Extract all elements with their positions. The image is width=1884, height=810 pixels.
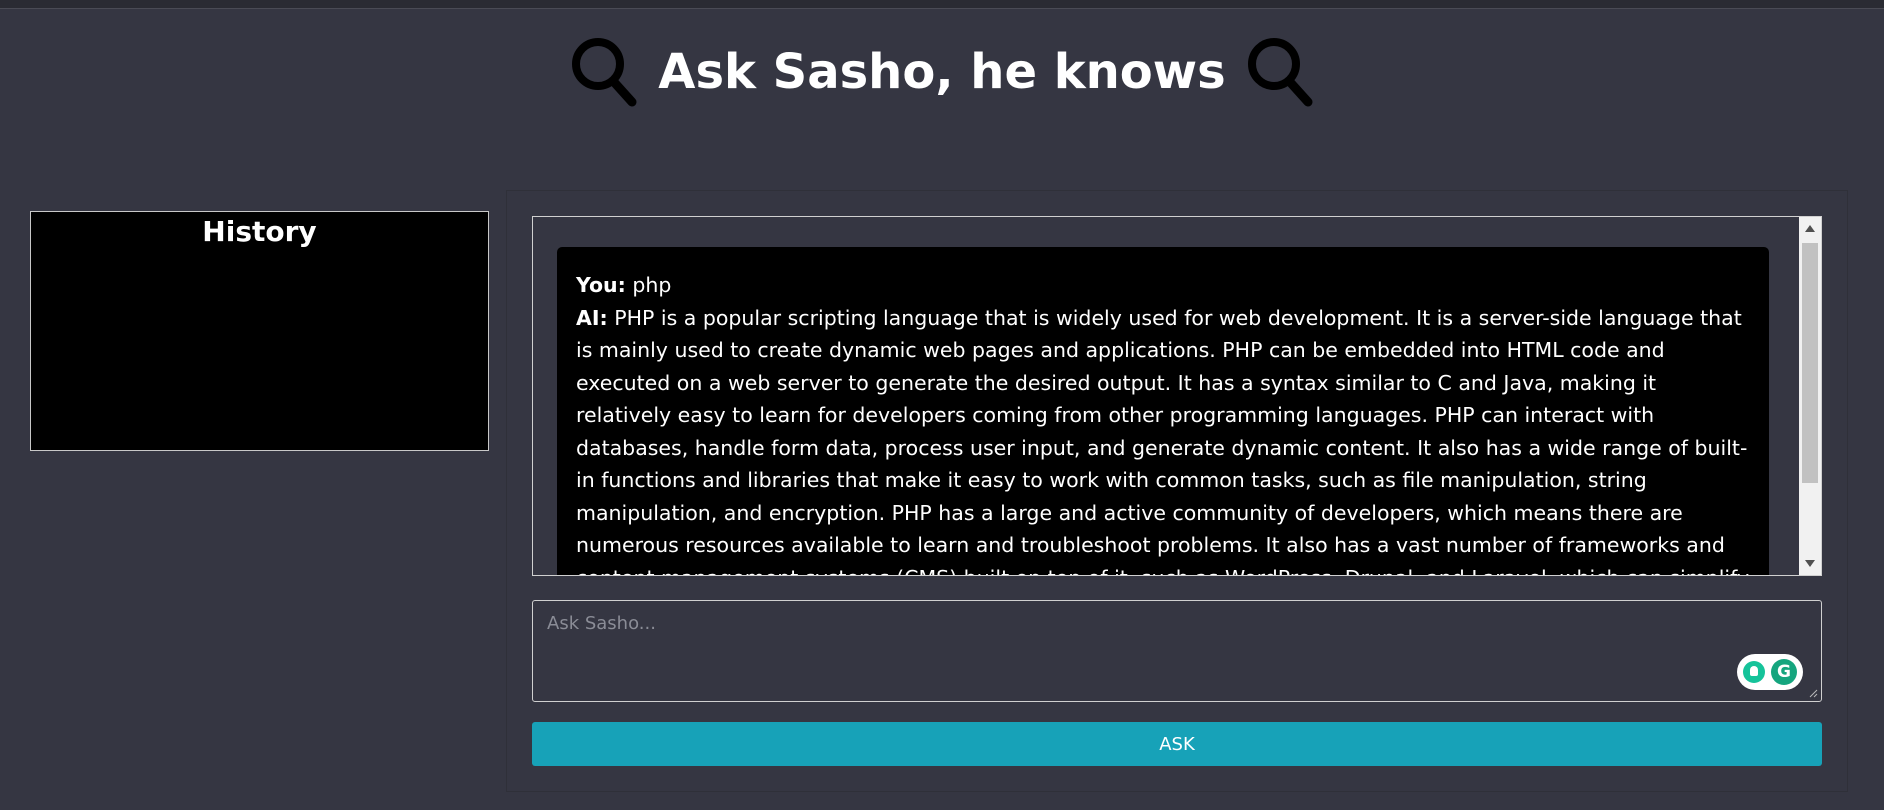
lightbulb-icon[interactable] bbox=[1743, 661, 1765, 683]
history-panel: History bbox=[30, 211, 489, 451]
scroll-down-arrow-icon[interactable] bbox=[1805, 560, 1815, 567]
scrollbar-thumb[interactable] bbox=[1802, 243, 1818, 483]
chat-scrollbar[interactable] bbox=[1799, 217, 1821, 575]
grammarly-icon[interactable]: G bbox=[1771, 659, 1797, 685]
resize-handle-icon[interactable] bbox=[1808, 688, 1818, 698]
history-title: History bbox=[202, 215, 317, 248]
magnifier-icon bbox=[570, 36, 638, 108]
user-message-text: php bbox=[632, 273, 672, 297]
ask-button[interactable]: ASK bbox=[532, 722, 1822, 766]
scroll-up-arrow-icon[interactable] bbox=[1805, 225, 1815, 232]
ai-label: AI: bbox=[576, 305, 608, 330]
grammarly-widget[interactable]: G bbox=[1737, 654, 1803, 690]
magnifier-icon bbox=[1246, 36, 1314, 108]
page-title: Ask Sasho, he knows bbox=[658, 44, 1226, 100]
page-header: Ask Sasho, he knows bbox=[0, 32, 1884, 112]
ask-input[interactable] bbox=[532, 600, 1822, 702]
ai-message-text: PHP is a popular scripting language that… bbox=[576, 305, 1749, 576]
window-top-bar bbox=[0, 0, 1884, 9]
chat-log[interactable]: You: php AI: PHP is a popular scripting … bbox=[532, 216, 1822, 576]
user-label: You: bbox=[576, 273, 626, 297]
chat-message: You: php AI: PHP is a popular scripting … bbox=[557, 247, 1769, 576]
